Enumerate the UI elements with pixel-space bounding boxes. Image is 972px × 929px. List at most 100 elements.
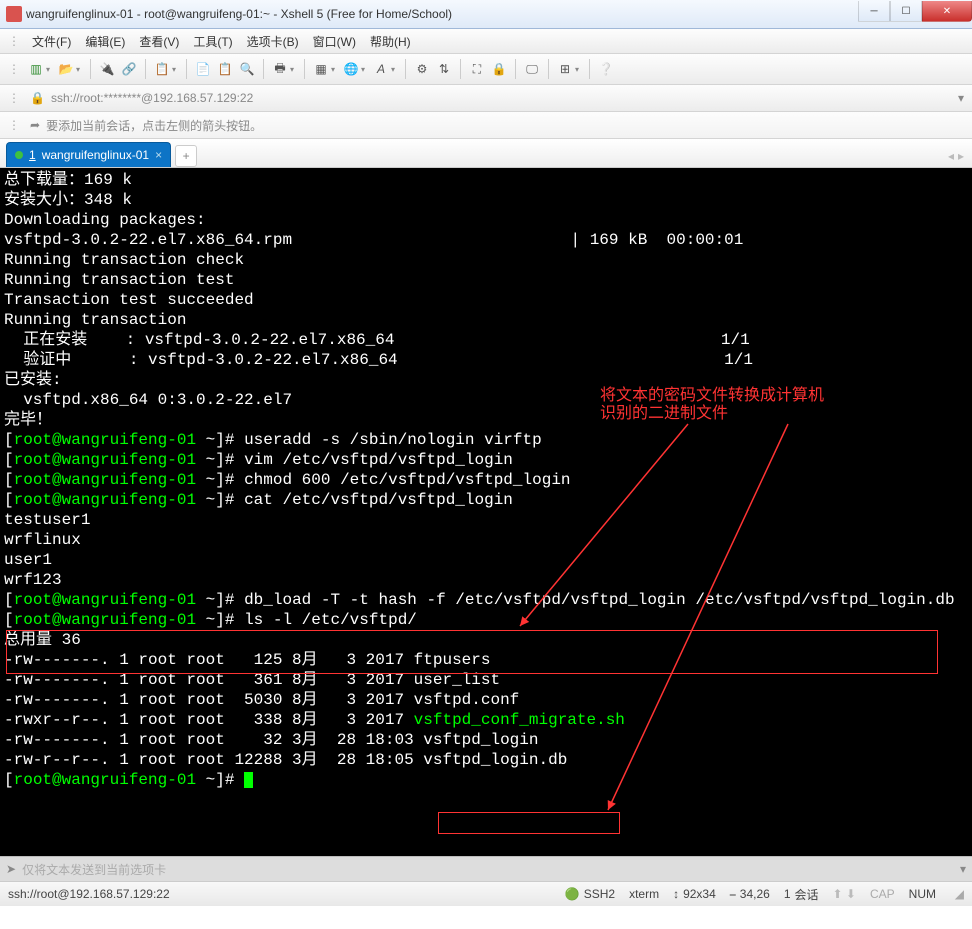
tab-close-icon[interactable]: × [155,148,162,162]
menu-view[interactable]: 查看(V) [133,31,185,52]
hint-bar: ⋮ ➦ 要添加当前会话，点击左侧的箭头按钮。 [0,112,972,139]
terminal-line: wrflinux [4,530,968,550]
terminal-line: [root@wangruifeng-01 ~]# cat /etc/vsftpd… [4,490,968,510]
find-icon[interactable]: 🔍 [237,59,257,79]
menu-edit[interactable]: 编辑(E) [79,31,131,52]
terminal-line: 总下载量：169 k [4,170,968,190]
terminal-line: 正在安装 : vsftpd-3.0.2-22.el7.x86_64 1/1 [4,330,968,350]
terminal-line: 总用量 36 [4,630,968,650]
menu-help[interactable]: 帮助(H) [364,31,417,52]
app-icon [6,6,22,22]
titlebar: wangruifenglinux-01 - root@wangruifeng-0… [0,0,972,29]
status-arrows: ⬆ ⬇ [833,887,856,901]
terminal-line: testuser1 [4,510,968,530]
script-icon[interactable]: ⚙ [412,59,432,79]
status-sessions: 1 [784,887,791,901]
lock-icon[interactable]: 🔒 [489,59,509,79]
close-button[interactable]: ✕ [922,1,972,22]
terminal[interactable]: 总下载量：169 k安装大小：348 kDownloading packages… [0,168,972,856]
status-term: xterm [629,887,659,901]
address-text[interactable]: ssh://root:********@192.168.57.129:22 [51,91,253,105]
hintbar-grip-icon: ⋮ [8,118,20,132]
tab-session[interactable]: 1 wangruifenglinux-01 × [6,142,171,167]
terminal-line: 安装大小：348 k [4,190,968,210]
terminal-line: [root@wangruifeng-01 ~]# vim /etc/vsftpd… [4,450,968,470]
window-controls: ─ ☐ ✕ [858,1,972,21]
status-pos: 34,26 [740,887,770,901]
terminal-line: vsftpd-3.0.2-22.el7.x86_64.rpm | 169 kB … [4,230,968,250]
terminal-line: -rw-r--r--. 1 root root 12288 3月 28 18:0… [4,750,968,770]
new-session-icon[interactable]: ▥ [26,59,46,79]
menu-file[interactable]: 文件(F) [26,31,77,52]
menu-tab[interactable]: 选项卡(B) [241,31,305,52]
terminal-line: -rw-------. 1 root root 361 8月 3 2017 us… [4,670,968,690]
status-size: 92x34 [683,887,716,901]
maximize-button[interactable]: ☐ [890,1,922,22]
terminal-line: [root@wangruifeng-01 ~]# useradd -s /sbi… [4,430,968,450]
terminal-line: Running transaction [4,310,968,330]
paste-icon[interactable]: 📋 [215,59,235,79]
status-connection: ssh://root@192.168.57.129:22 [8,887,551,901]
highlight-box-file [438,812,620,834]
terminal-line: -rw-------. 1 root root 32 3月 28 18:03 v… [4,730,968,750]
status-pos-icon: ⎯ [730,887,736,902]
tile-icon[interactable]: ⊞ [555,59,575,79]
terminal-line: -rw-------. 1 root root 5030 8月 3 2017 v… [4,690,968,710]
open-icon[interactable]: 📂 [56,59,76,79]
status-num: NUM [909,887,936,901]
terminal-line: -rwxr--r--. 1 root root 338 8月 3 2017 vs… [4,710,968,730]
tab-status-icon [15,151,23,159]
status-cap: CAP [870,887,895,901]
terminal-line: Downloading packages: [4,210,968,230]
send-icon[interactable]: ➤ [6,862,16,876]
tab-nav: ◂ ▸ [948,149,964,163]
tab-label: wangruifenglinux-01 [42,148,149,162]
layout-icon[interactable]: ▦ [311,59,331,79]
terminal-line: [root@wangruifeng-01 ~]# db_load -T -t h… [4,590,968,610]
window-title: wangruifenglinux-01 - root@wangruifeng-0… [26,7,858,21]
terminal-line: 完毕！ [4,410,968,430]
transfer-icon[interactable]: ⇅ [434,59,454,79]
terminal-line: [root@wangruifeng-01 ~]# chmod 600 /etc/… [4,470,968,490]
addrbar-grip-icon: ⋮ [8,91,20,105]
terminal-line: Running transaction check [4,250,968,270]
toolbar-grip-icon: ⋮ [8,62,20,76]
status-size-icon: ↕ [673,887,679,901]
hint-add-icon[interactable]: ➦ [30,118,40,132]
send-input[interactable]: 仅将文本发送到当前选项卡 [22,861,954,878]
reconnect-icon[interactable]: 🔌 [97,59,117,79]
font-icon[interactable]: A [371,59,391,79]
tab-bar: 1 wangruifenglinux-01 × + ◂ ▸ [0,139,972,168]
send-dropdown-icon[interactable]: ▾ [960,862,966,876]
help-icon[interactable]: ❔ [596,59,616,79]
terminal-line: -rw-------. 1 root root 125 8月 3 2017 ft… [4,650,968,670]
menu-tools[interactable]: 工具(T) [187,31,238,52]
tab-prev-icon[interactable]: ◂ [948,149,954,163]
disconnect-icon[interactable]: 🔗 [119,59,139,79]
globe-icon[interactable]: 🌐 [341,59,361,79]
status-proto-icon: 🟢 [565,887,580,901]
add-tab-button[interactable]: + [175,145,197,167]
menu-window[interactable]: 窗口(W) [307,31,362,52]
sessions-icon[interactable]: 🖵 [522,59,542,79]
resize-grip-icon[interactable]: ◢ [950,887,964,901]
fullscreen-icon[interactable]: ⛶ [467,59,487,79]
menubar-grip-icon: ⋮ [8,34,20,48]
address-bar: ⋮ 🔒 ssh://root:********@192.168.57.129:2… [0,85,972,112]
status-sessions-label: 会话 [795,886,819,903]
properties-icon[interactable]: 📋 [152,59,172,79]
terminal-line: 验证中 : vsftpd-3.0.2-22.el7.x86_64 1/1 [4,350,968,370]
annotation-line1: 将文本的密码文件转换成计算机 [600,386,824,406]
status-proto: SSH2 [584,887,615,901]
menubar: ⋮ 文件(F) 编辑(E) 查看(V) 工具(T) 选项卡(B) 窗口(W) 帮… [0,29,972,54]
copy-icon[interactable]: 📄 [193,59,213,79]
address-lock-icon: 🔒 [30,91,45,105]
tab-next-icon[interactable]: ▸ [958,149,964,163]
terminal-line: [root@wangruifeng-01 ~]# [4,770,968,790]
hint-text: 要添加当前会话，点击左侧的箭头按钮。 [46,117,262,134]
print-icon[interactable]: 🖶 [270,59,290,79]
terminal-line: user1 [4,550,968,570]
minimize-button[interactable]: ─ [858,1,890,22]
annotation-line2: 识别的二进制文件 [600,404,728,424]
address-dropdown-icon[interactable]: ▾ [958,91,964,105]
